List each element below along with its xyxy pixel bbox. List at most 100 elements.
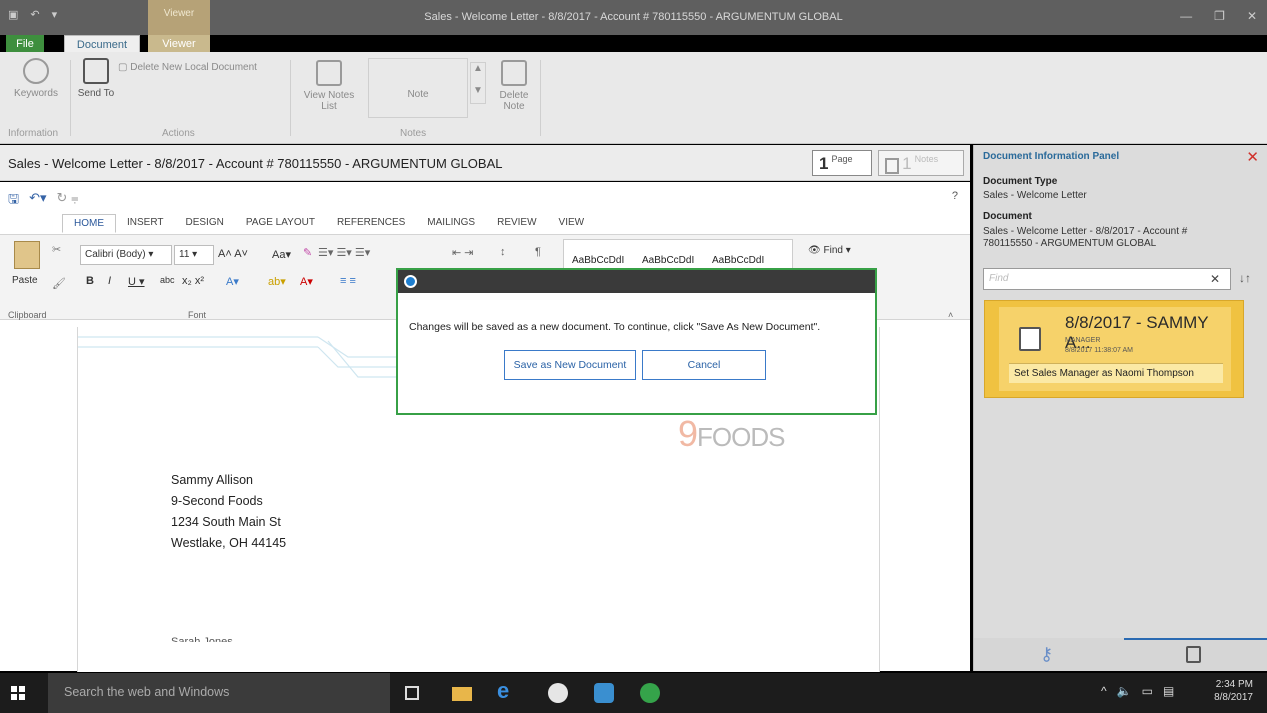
subscript-button[interactable]: x₂ x² [182,275,204,287]
panel-find-input[interactable]: Find [983,268,1231,290]
clear-format-icon[interactable]: ✎ [303,246,312,259]
notes-count-button[interactable]: 1 Notes [878,150,964,176]
cancel-button[interactable]: Cancel [642,350,766,380]
word-quick-access: 🖫 ↶▾ ↻ ⩦ [8,190,79,212]
notes-panel-icon[interactable] [1186,646,1201,663]
font-color-button[interactable]: A▾ [300,275,313,288]
page-label: Page [831,154,853,164]
strikethrough-button[interactable]: abc [160,275,175,285]
style-sample-2[interactable]: AaBbCcDdI [642,255,694,266]
highlight-button[interactable]: ab▾ [268,275,286,288]
save-as-new-document-button[interactable]: Save as New Document [504,350,636,380]
tab-viewer[interactable]: Viewer [148,35,210,53]
clock[interactable]: 2:34 PM 8/8/2017 [1214,678,1253,704]
style-sample-3[interactable]: AaBbCcDdI [712,255,764,266]
word-tab-view[interactable]: VIEW [548,214,596,233]
word-tab-insert[interactable]: INSERT [116,214,175,233]
notification-icon[interactable]: ▤ [1163,684,1174,698]
restore-icon[interactable]: ❐ [1214,9,1225,23]
key-icon [23,58,49,84]
taskbar-search[interactable]: Search the web and Windows [48,673,390,713]
window-title: Sales - Welcome Letter - 8/8/2017 - Acco… [424,11,843,23]
notes-label: Notes [914,154,939,164]
cut-icon[interactable]: ✂ [52,243,61,256]
task-view-icon[interactable] [405,686,419,700]
group-font-label: Font [188,310,207,320]
bullets-icon[interactable]: ☰▾ ☰▾ ☰▾ [318,246,370,259]
style-sample-1[interactable]: AaBbCcDdI [572,255,624,266]
app-icon-green[interactable] [640,683,660,703]
font-name-value: Calibri (Body) [85,249,146,260]
clock-time: 2:34 PM [1215,679,1253,690]
keywords-button[interactable]: Keywords [8,58,64,99]
find-button[interactable]: 👁 Find ▾ [808,245,851,256]
app-logo-icon [404,275,417,288]
sort-icon[interactable]: ↕ [500,246,506,258]
help-icon[interactable]: ? [952,190,958,202]
text-effects-button[interactable]: A▾ [226,275,239,288]
tab-document[interactable]: Document [64,35,140,53]
note-doc-icon [1019,327,1041,351]
send-to-button[interactable]: Send To [76,58,116,99]
clock-date: 8/8/2017 [1214,692,1253,703]
address-line-company: 9-Second Foods [171,494,263,508]
note-scroll[interactable]: ▲ ▼ [470,62,486,104]
change-case-icon[interactable]: Aa▾ [272,248,291,261]
close-panel-icon[interactable]: ✕ [1246,148,1259,166]
close-window-icon[interactable]: ✕ [1247,9,1257,23]
word-tab-page-layout[interactable]: PAGE LAYOUT [235,214,326,233]
word-tab-mailings[interactable]: MAILINGS [416,214,486,233]
font-name-select[interactable]: Calibri (Body) ▾ [80,245,172,265]
word-tab-design[interactable]: DESIGN [175,214,235,233]
notes-count: 1 [902,154,912,173]
edge-browser-icon[interactable]: e [497,678,517,703]
note-role: MANAGER [1065,337,1101,344]
ribbon-separator [70,60,71,136]
tab-file[interactable]: File [6,35,44,53]
note-card-body: 8/8/2017 - SAMMY A... MANAGER 8/8/2017 1… [999,307,1231,391]
file-explorer-icon[interactable] [452,687,472,701]
view-notes-list-button[interactable]: View Notes List [296,60,362,112]
chevron-up-icon[interactable]: ^ [1101,684,1107,698]
save-icon[interactable]: 🖫 [8,190,19,212]
send-to-icon [83,58,109,84]
logo-nine: 9 [678,413,698,454]
italic-button[interactable]: I [108,275,111,287]
windows-start-icon[interactable] [11,686,25,700]
speaker-icon[interactable]: 🔈 [1117,684,1132,698]
delete-note-button[interactable]: Delete Note [494,60,534,112]
document-title: Sales - Welcome Letter - 8/8/2017 - Acco… [8,156,503,171]
app-icon-blue[interactable] [594,683,614,703]
word-tab-home[interactable]: HOME [62,214,116,233]
keywords-panel-icon[interactable]: ⚷ [1040,644,1053,665]
sort-icon[interactable]: ↓↑ [1239,271,1251,285]
note-card[interactable]: 8/8/2017 - SAMMY A... MANAGER 8/8/2017 1… [984,300,1244,398]
paste-icon[interactable] [14,241,40,269]
logo-word: FOODS [697,422,785,452]
undo-icon[interactable]: ↶▾ [29,190,46,212]
underline-button[interactable]: U ▾ [128,275,145,288]
address-line-city: Westlake, OH 44145 [171,536,287,550]
redo-icon[interactable]: ↻ ⩦ [57,190,79,212]
page-count-button[interactable]: 1 Page [812,150,872,176]
collapse-ribbon-icon[interactable]: ˄ [948,310,953,320]
indent-icon[interactable]: ⇤ ⇥ [452,246,474,259]
pilcrow-icon[interactable]: ¶ [535,246,541,258]
note-button[interactable]: Note [368,58,468,118]
word-tabs: HOME INSERT DESIGN PAGE LAYOUT REFERENCE… [62,214,595,233]
bold-button[interactable]: B [86,275,94,287]
font-size-select[interactable]: 11 ▾ [174,245,214,265]
keywords-label: Keywords [14,88,58,99]
word-tab-review[interactable]: REVIEW [486,214,547,233]
format-painter-icon[interactable]: 🖌 [52,277,66,290]
align-left-icon[interactable]: ≡ ≡ [340,275,356,287]
network-icon[interactable]: ▭ [1142,684,1153,698]
delete-new-local-label: Delete New Local Document [130,62,257,73]
font-grow-icon[interactable]: A˄ A˅ [218,248,248,260]
word-tab-references[interactable]: REFERENCES [326,214,416,233]
word-editor: 🖫 ↶▾ ↻ ⩦ ? HOME INSERT DESIGN PAGE LAYOU… [0,182,970,672]
app-icon-grey[interactable] [548,683,568,703]
clear-find-icon[interactable]: ✕ [1210,272,1220,286]
delete-new-local-button[interactable]: ▢ Delete New Local Document [118,62,288,73]
minimize-icon[interactable]: — [1180,9,1192,23]
